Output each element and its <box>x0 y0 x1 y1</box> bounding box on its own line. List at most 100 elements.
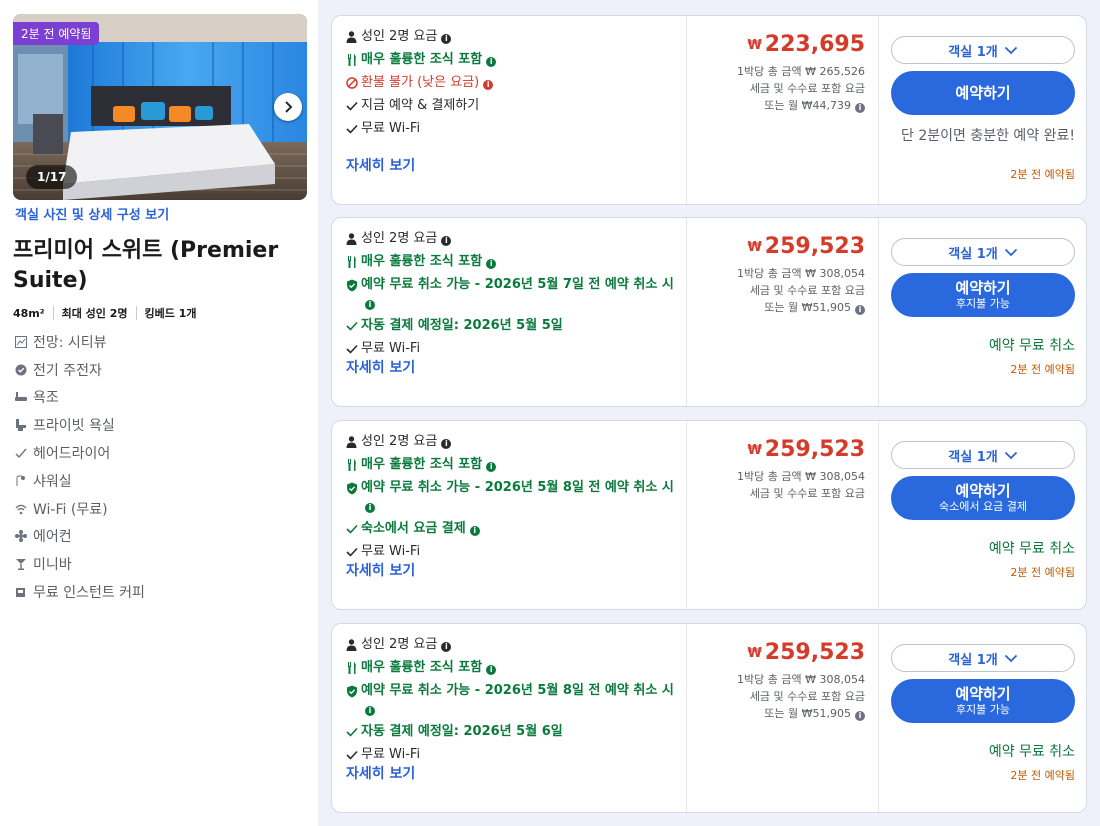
breakfast-text: 매우 훌륭한 조식 포함 <box>361 660 483 675</box>
monthly-payment: 또는 월 ₩51,905 <box>764 707 851 720</box>
policy-text: 예약 무료 취소 가능 - 2026년 5월 8일 전 예약 취소 시 <box>361 480 674 495</box>
recently-booked-note: 2분 전 예약됨 <box>1010 769 1075 782</box>
breakfast-row: 매우 훌륭한 조식 포함 i <box>345 51 686 69</box>
monthly-payment: 또는 월 ₩51,905 <box>764 301 851 314</box>
info-icon[interactable]: i <box>486 259 497 269</box>
currency-symbol: ₩ <box>747 646 762 661</box>
cutlery-icon <box>345 456 358 474</box>
room-photo[interactable]: 2분 전 예약됨 1/17 <box>13 14 307 200</box>
check-icon <box>345 317 358 335</box>
price-column: ₩259,523 1박당 총 금액 ₩ 308,054 세금 및 수수료 포함 … <box>686 421 879 609</box>
info-icon[interactable]: i <box>441 34 452 44</box>
info-icon[interactable]: i <box>365 706 375 716</box>
price-value: 259,523 <box>764 437 865 462</box>
info-icon[interactable]: i <box>441 236 452 246</box>
check-icon <box>345 723 358 741</box>
wifi-text: 무료 Wi-Fi <box>361 747 421 762</box>
details-link[interactable]: 자세히 보기 <box>346 357 415 377</box>
room-count-select[interactable]: 객실 1개 <box>891 238 1075 266</box>
info-icon[interactable]: i <box>365 503 375 513</box>
kettle-icon <box>15 364 27 376</box>
payment-row: 지금 예약 & 결제하기 <box>345 97 686 115</box>
feature-item: 샤워실 <box>15 467 145 495</box>
info-icon[interactable]: i <box>855 103 865 113</box>
feature-item: 에어컨 <box>15 523 145 551</box>
photo-next-button[interactable] <box>274 93 302 121</box>
feature-item: 프라이빗 욕실 <box>15 411 145 439</box>
book-button-label: 예약하기 <box>955 83 1011 102</box>
policy-row: 예약 무료 취소 가능 - 2026년 5월 8일 전 예약 취소 시 i <box>345 682 686 718</box>
currency-symbol: ₩ <box>747 38 762 53</box>
price-details: 1박당 총 금액 ₩ 265,526 세금 및 수수료 포함 요금 또는 월 ₩… <box>737 63 865 114</box>
info-icon[interactable]: i <box>483 80 494 90</box>
book-button-sublabel: 후지불 가능 <box>955 703 1011 716</box>
details-link[interactable]: 자세히 보기 <box>346 560 415 580</box>
person-icon <box>345 28 358 46</box>
check-icon <box>345 520 358 538</box>
booking-column: 객실 1개 예약하기 단 2분이면 충분한 예약 완료! 2분 전 예약됨 <box>879 16 1088 204</box>
room-photos-link[interactable]: 객실 사진 및 상세 구성 보기 <box>15 204 169 223</box>
occupancy-text: 성인 2명 요금 <box>361 637 438 652</box>
policy-row: 예약 무료 취소 가능 - 2026년 5월 7일 전 예약 취소 시 i <box>345 276 686 312</box>
info-icon[interactable]: i <box>441 642 452 652</box>
room-count-select[interactable]: 객실 1개 <box>891 644 1075 672</box>
price-column: ₩223,695 1박당 총 금액 ₩ 265,526 세금 및 수수료 포함 … <box>686 16 879 204</box>
book-button[interactable]: 예약하기 숙소에서 요금 결제 <box>891 476 1075 520</box>
minibar-icon <box>15 558 27 571</box>
feature-item: 무료 인스턴트 커피 <box>15 578 145 606</box>
taxes-note: 세금 및 수수료 포함 요금 <box>749 487 865 500</box>
info-icon[interactable]: i <box>855 305 865 315</box>
feature-item: 전망: 시티뷰 <box>15 328 145 356</box>
book-button[interactable]: 예약하기 <box>891 71 1075 115</box>
info-icon[interactable]: i <box>486 665 497 675</box>
room-size: 48m² <box>13 306 45 320</box>
bathtub-icon <box>15 391 27 403</box>
free-cancellation-note: 예약 무료 취소 <box>988 338 1075 354</box>
chevron-down-icon <box>1004 654 1017 662</box>
quick-booking-note: 단 2분이면 충분한 예약 완료! <box>901 128 1075 144</box>
shield-check-icon <box>345 276 358 294</box>
taxes-note: 세금 및 수수료 포함 요금 <box>749 690 865 703</box>
details-link[interactable]: 자세히 보기 <box>346 763 415 783</box>
room-count-select[interactable]: 객실 1개 <box>891 441 1075 469</box>
info-icon[interactable]: i <box>441 439 452 449</box>
room-meta: 48m² 최대 성인 2명 킹베드 1개 <box>13 305 196 321</box>
rate-conditions: 성인 2명 요금 i 매우 훌륭한 조식 포함 i 예약 무료 취소 가능 - 20… <box>332 624 686 812</box>
book-button-label: 예약하기 <box>955 685 1011 703</box>
chevron-down-icon <box>1004 451 1017 459</box>
price-value: 259,523 <box>764 234 865 259</box>
taxes-note: 세금 및 수수료 포함 요금 <box>749 82 865 95</box>
per-night-total: 1박당 총 금액 ₩ 308,054 <box>737 470 865 483</box>
book-button[interactable]: 예약하기 후지불 가능 <box>891 273 1075 317</box>
recently-booked-note: 2분 전 예약됨 <box>1010 363 1075 376</box>
currency-symbol: ₩ <box>747 443 762 458</box>
room-count-value: 객실 1개 <box>948 246 998 262</box>
info-icon[interactable]: i <box>365 300 375 310</box>
info-icon[interactable]: i <box>486 462 497 472</box>
wifi-row: 무료 Wi-Fi <box>345 543 686 561</box>
info-icon[interactable]: i <box>469 526 480 536</box>
room-count-select[interactable]: 객실 1개 <box>891 36 1075 64</box>
room-count-value: 객실 1개 <box>948 652 998 668</box>
book-button-sublabel: 숙소에서 요금 결제 <box>939 500 1027 513</box>
aircon-icon <box>15 530 27 543</box>
rate-offer-card: 성인 2명 요금 i 매우 훌륭한 조식 포함 i 예약 무료 취소 가능 - 20… <box>331 420 1087 610</box>
wifi-icon <box>15 503 27 515</box>
info-icon[interactable]: i <box>855 711 865 721</box>
price-value: 223,695 <box>764 32 865 57</box>
cutlery-icon <box>345 51 358 69</box>
wifi-row: 무료 Wi-Fi <box>345 120 686 138</box>
book-button[interactable]: 예약하기 후지불 가능 <box>891 679 1075 723</box>
price-value: 259,523 <box>764 640 865 665</box>
occupancy-row: 성인 2명 요금 i <box>345 28 686 46</box>
details-link[interactable]: 자세히 보기 <box>346 155 415 175</box>
payment-text: 자동 결제 예정일: 2026년 5월 6일 <box>361 724 563 739</box>
booking-column: 객실 1개 예약하기 후지불 가능 예약 무료 취소 2분 전 예약됨 <box>879 624 1088 812</box>
info-icon[interactable]: i <box>486 57 497 67</box>
recently-booked-note: 2분 전 예약됨 <box>1010 566 1075 579</box>
payment-row: 자동 결제 예정일: 2026년 5월 5일 <box>345 317 686 335</box>
booking-column: 객실 1개 예약하기 숙소에서 요금 결제 예약 무료 취소 2분 전 예약됨 <box>879 421 1088 609</box>
occupancy-row: 성인 2명 요금 i <box>345 230 686 248</box>
occupancy-text: 성인 2명 요금 <box>361 29 438 44</box>
wifi-text: 무료 Wi-Fi <box>361 341 421 356</box>
